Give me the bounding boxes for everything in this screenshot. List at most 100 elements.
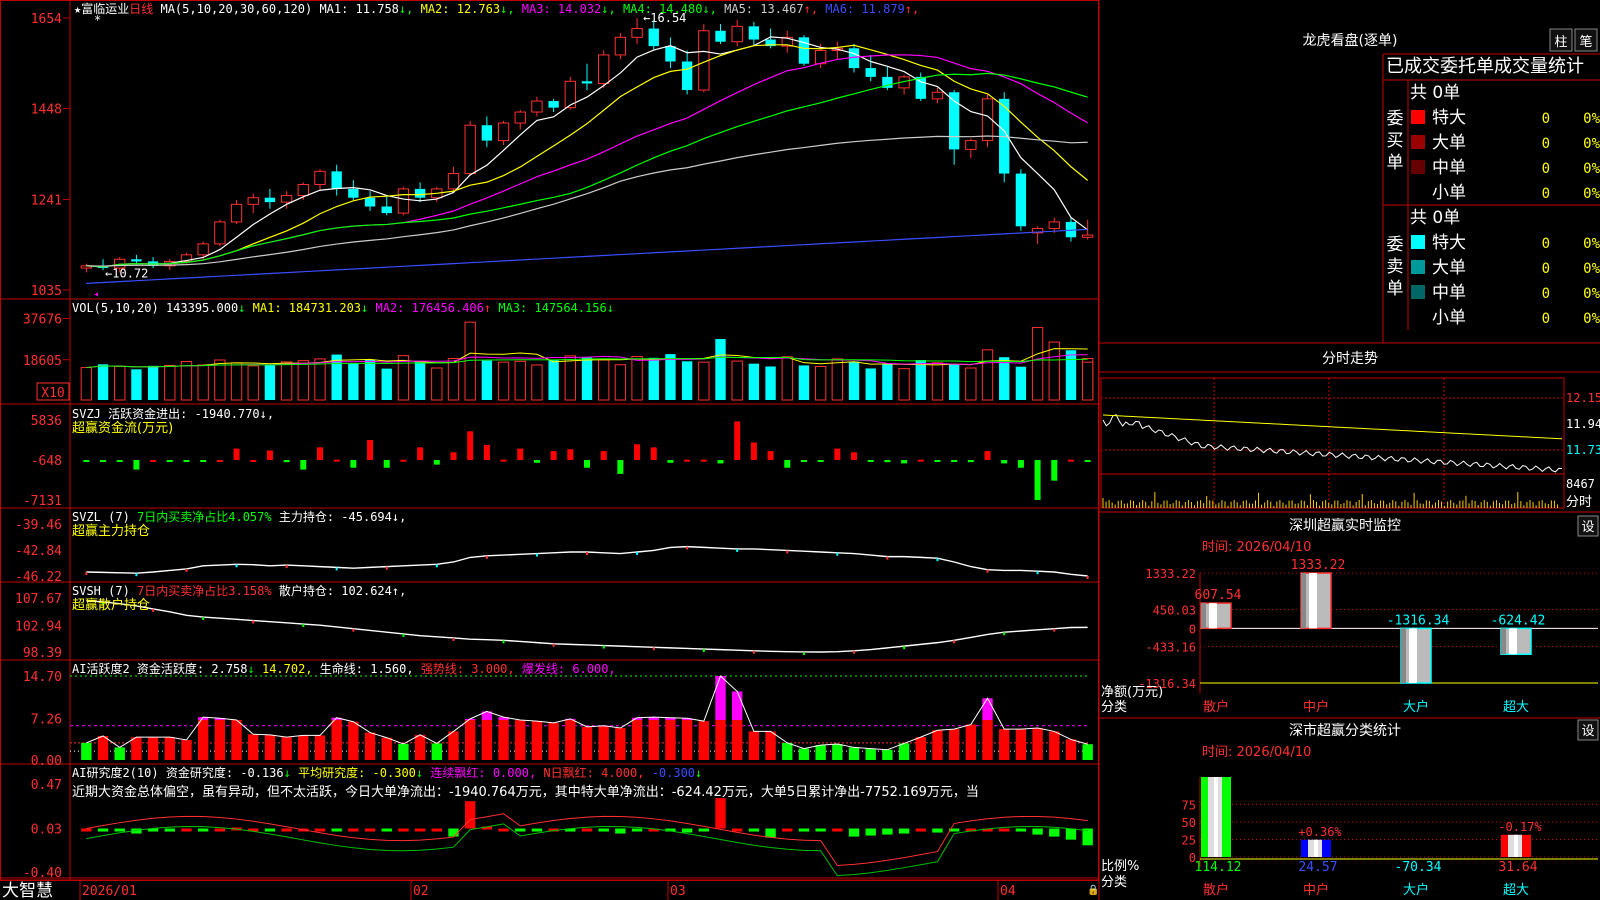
ma-value: MA1: 11.758: [319, 2, 398, 16]
activity-bar: [765, 731, 776, 760]
candle-body-up: [814, 50, 827, 65]
volume-bar-up: [230, 362, 243, 401]
classify-bar-value: 24.57: [1298, 860, 1337, 875]
research-bar: [732, 828, 743, 832]
volume-bar-down: [414, 361, 426, 400]
tick-mark: [502, 640, 505, 644]
fund-flow-bar: [467, 431, 474, 461]
svzl-sub-label: 超赢主力持仓: [72, 523, 150, 539]
volume-bar-up: [431, 367, 443, 401]
fund-flow-bar: [650, 447, 657, 461]
fund-flow-bar: [734, 421, 741, 461]
research-bar: [465, 801, 476, 829]
activity-bar: [147, 737, 159, 760]
classify-bar-change: +0.36%: [1298, 825, 1342, 839]
ai1-tick-label: 14.70: [23, 670, 62, 685]
trend-arrow: ↓: [284, 766, 291, 780]
candle-body-up: [931, 91, 944, 100]
candle-body-down: [381, 206, 392, 214]
volume-bar-down: [548, 360, 559, 400]
fund-flow-bar: [283, 460, 290, 463]
monitor-bar-shade: [1501, 628, 1506, 655]
fund-flow-bar: [584, 460, 590, 468]
scroll-marker-icon: ◂: [93, 289, 99, 300]
fund-flow-bar: [867, 460, 874, 463]
sell-row-swatch: [1411, 260, 1425, 274]
classify-y-label: 75: [1182, 798, 1196, 812]
research-bar: [782, 828, 793, 832]
activity-bar: [999, 729, 1010, 760]
fund-flow-bar: [233, 448, 240, 461]
research-bar: [882, 828, 893, 835]
volume-bar-down: [865, 368, 876, 400]
tick-mark: [802, 651, 805, 655]
candle-body-down: [481, 125, 493, 141]
trend-arrow: ↓,: [399, 2, 421, 16]
fund-flow-bar: [517, 448, 524, 461]
activity-bar: [615, 728, 626, 760]
label-part: VOL(5,10,20): [72, 301, 159, 315]
intraday-vol-label: 8467: [1566, 477, 1595, 491]
tick-mark: [185, 568, 188, 572]
monitor-cat-label: 分类: [1101, 700, 1127, 715]
monitor-y-label: 450.03: [1153, 604, 1196, 618]
research-bar: [865, 828, 876, 836]
tick-mark: [535, 553, 538, 557]
fund-flow-bar: [250, 459, 257, 462]
volume-bar-down: [681, 361, 693, 400]
tick-mark: [602, 645, 605, 649]
activity-bar: [331, 720, 342, 760]
candle-body-down: [364, 197, 376, 207]
activity-bar: [648, 720, 659, 760]
volume-bar-up: [698, 361, 710, 401]
fund-flow-bar: [1051, 460, 1058, 481]
trend-arrow: ↓: [248, 662, 255, 676]
research-bar: [314, 828, 326, 832]
svzj-tick-label: -648: [31, 454, 62, 469]
volume-bar-down: [481, 360, 493, 400]
activity-bar: [698, 721, 709, 760]
volume-bar-down: [882, 364, 893, 400]
monitor-category: 超大: [1503, 700, 1529, 715]
fund-flow-bar: [383, 460, 390, 468]
date-label: 02: [413, 884, 429, 899]
pen-mode-label: 笔: [1579, 34, 1592, 50]
sell-row-percent: 0%: [1583, 261, 1600, 277]
sell-label-char: 委: [1387, 235, 1404, 255]
buy-row-percent: 0%: [1583, 136, 1600, 152]
classify-bar-change: -0.17%: [1498, 820, 1542, 834]
classify-time: 时间: 2026/04/10: [1202, 745, 1311, 760]
research-bar: [999, 828, 1010, 832]
fund-flow-bar: [83, 460, 90, 463]
fund-flow-bar: [817, 460, 824, 463]
activity-bar: [314, 735, 326, 760]
fund-flow-bar: [784, 460, 791, 468]
stock-chart-area[interactable]: 1654144812411035←16.54←10.72★富临运业日线 MA(5…: [0, 0, 1600, 900]
monitor-bar-value: 607.54: [1195, 588, 1242, 603]
svzj-header: SVZJ 活跃资金进出: -1940.770↓,: [72, 406, 274, 421]
trend-arrow: ↓,: [601, 2, 623, 16]
fund-flow-bar: [183, 460, 190, 463]
label-part: MA1: 184731.203: [253, 301, 361, 315]
activity-bar: [715, 720, 726, 760]
volume-bar-down: [97, 364, 109, 400]
monitor-time: 时间: 2026/04/10: [1202, 540, 1311, 555]
candle-body-up: [230, 203, 243, 223]
research-bar: [498, 828, 509, 832]
research-bar: [798, 828, 810, 832]
fund-flow-bar: [1017, 460, 1024, 468]
spacer: [644, 766, 651, 780]
spacer: [515, 662, 522, 676]
fund-flow-bar: [567, 449, 574, 461]
activity-bar: [948, 729, 960, 760]
trend-arrow: ↑,: [905, 2, 919, 16]
volume-bar-up: [1031, 327, 1044, 401]
candle-body-down: [414, 188, 426, 198]
research-bar: [932, 828, 943, 833]
candle-body-down: [264, 197, 276, 203]
ai2-tick-label: -0.40: [23, 866, 62, 881]
tick-mark: [986, 569, 989, 573]
fund-flow-bar: [216, 459, 223, 462]
research-red-line: [86, 813, 1088, 867]
candle-body-up: [514, 111, 526, 124]
